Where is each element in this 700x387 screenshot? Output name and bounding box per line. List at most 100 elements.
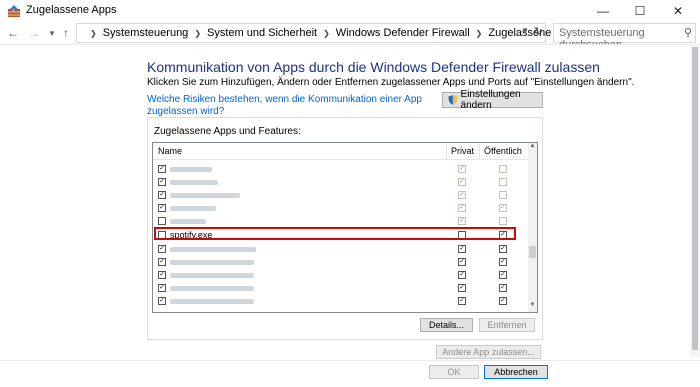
firewall-app-icon [8, 5, 20, 17]
footer-divider [0, 360, 700, 361]
public-checkbox[interactable]: ✓ [499, 204, 507, 212]
window-title: Zugelassene Apps [26, 4, 117, 16]
public-checkbox[interactable] [499, 165, 507, 173]
private-checkbox[interactable]: ✓ [458, 204, 466, 212]
app-checkbox[interactable]: ✓ [158, 271, 166, 279]
apps-list[interactable]: Name Privat Öffentlich ✓ ✓ ✓ ✓ ✓ ✓ ✓ ✓ ✓… [152, 142, 538, 313]
search-input[interactable]: Systemsteuerung durchsuchen ⚲ [553, 23, 696, 51]
list-item[interactable]: ✓ ✓ ✓ [153, 202, 528, 215]
blurred-app-name [170, 273, 254, 278]
list-item[interactable]: ✓ ✓ [153, 163, 528, 176]
allowed-apps-group: Zugelassene Apps und Features: Name Priv… [147, 117, 543, 340]
up-arrow-icon[interactable]: ↑ [58, 24, 74, 42]
close-button[interactable]: ✕ [661, 0, 695, 22]
cancel-button[interactable]: Abbrechen [484, 365, 548, 379]
app-checkbox[interactable]: ✓ [158, 245, 166, 253]
blurred-app-name [170, 299, 254, 304]
ok-button[interactable]: OK [429, 365, 479, 379]
group-label: Zugelassene Apps und Features: [154, 126, 301, 137]
maximize-button[interactable]: ☐ [623, 0, 657, 22]
public-checkbox[interactable] [499, 178, 507, 186]
address-dropdown-icon[interactable]: ▼ [521, 26, 529, 35]
breadcrumb-chevron-icon[interactable]: ❯ [323, 29, 330, 38]
column-divider [446, 144, 447, 159]
column-public[interactable]: Öffentlich [484, 146, 522, 156]
blurred-app-name [170, 286, 254, 291]
list-item[interactable]: ✓ ✓ ✓ [153, 282, 528, 295]
refresh-icon[interactable]: ↻ [534, 25, 543, 38]
private-checkbox[interactable]: ✓ [458, 178, 466, 186]
public-checkbox[interactable]: ✓ [499, 271, 507, 279]
allow-other-app-button[interactable]: Andere App zulassen... [436, 345, 541, 359]
scroll-thumb[interactable] [529, 246, 536, 258]
change-settings-label: Einstellungen ändern [460, 89, 521, 111]
highlight-frame [154, 227, 516, 240]
uac-shield-icon [448, 95, 458, 105]
public-checkbox[interactable]: ✓ [499, 258, 507, 266]
blurred-app-name [170, 193, 240, 198]
breadcrumb-chevron-icon: ❯ [90, 28, 97, 38]
search-icon: ⚲ [683, 27, 692, 39]
scroll-up-icon[interactable]: ▲ [528, 143, 537, 153]
breadcrumb-chevron-icon[interactable]: ❯ [476, 29, 483, 38]
minimize-button[interactable]: — [586, 0, 620, 22]
scroll-down-icon[interactable]: ▼ [528, 302, 537, 312]
window: Zugelassene Apps — ☐ ✕ ← → ▼ ↑ ❯ Systems… [0, 0, 700, 387]
list-item[interactable]: ✓ ✓ ✓ [153, 243, 528, 256]
page-description: Klicken Sie zum Hinzufügen, Ändern oder … [147, 77, 635, 88]
list-item[interactable]: ✓ ✓ [153, 176, 528, 189]
list-item[interactable]: ✓ ✓ ✓ [153, 269, 528, 282]
breadcrumb-item[interactable]: System und Sicherheit [207, 27, 317, 39]
app-checkbox[interactable]: ✓ [158, 297, 166, 305]
app-checkbox[interactable]: ✓ [158, 191, 166, 199]
app-checkbox[interactable]: ✓ [158, 284, 166, 292]
app-checkbox[interactable]: ✓ [158, 204, 166, 212]
private-checkbox[interactable]: ✓ [458, 297, 466, 305]
forward-arrow-icon[interactable]: → [26, 24, 42, 42]
app-checkbox[interactable]: ✓ [158, 165, 166, 173]
breadcrumb-item[interactable]: Systemsteuerung [103, 27, 189, 39]
blurred-app-name [170, 219, 206, 224]
public-checkbox[interactable]: ✓ [499, 245, 507, 253]
address-bar[interactable]: ❯ Systemsteuerung ❯ System und Sicherhei… [76, 23, 579, 43]
column-divider [479, 144, 480, 159]
risk-info-link[interactable]: Welche Risiken bestehen, wenn die Kommun… [147, 94, 437, 118]
private-checkbox[interactable]: ✓ [458, 165, 466, 173]
public-checkbox[interactable]: ✓ [499, 284, 507, 292]
list-item[interactable]: ✓ [153, 215, 528, 228]
details-button[interactable]: Details... [420, 318, 473, 332]
list-header: Name Privat Öffentlich [153, 143, 528, 160]
app-checkbox[interactable]: ✓ [158, 178, 166, 186]
remove-button[interactable]: Entfernen [479, 318, 535, 332]
breadcrumb-item[interactable]: Windows Defender Firewall [336, 27, 470, 39]
public-checkbox[interactable] [499, 217, 507, 225]
private-checkbox[interactable]: ✓ [458, 217, 466, 225]
private-checkbox[interactable]: ✓ [458, 245, 466, 253]
public-checkbox[interactable] [499, 191, 507, 199]
private-checkbox[interactable]: ✓ [458, 191, 466, 199]
private-checkbox[interactable]: ✓ [458, 258, 466, 266]
window-scroll-thumb[interactable] [692, 47, 698, 350]
column-private[interactable]: Privat [451, 146, 474, 156]
content-area: Kommunikation von Apps durch die Windows… [0, 44, 700, 387]
list-item[interactable]: ✓ ✓ [153, 189, 528, 202]
blurred-app-name [170, 260, 254, 265]
blurred-app-name [170, 206, 216, 211]
blurred-app-name [170, 180, 218, 185]
breadcrumb-chevron-icon[interactable]: ❯ [194, 29, 201, 38]
window-scrollbar[interactable] [690, 45, 700, 357]
change-settings-button[interactable]: Einstellungen ändern [442, 89, 543, 111]
list-item[interactable]: ✓ ✓ ✓ [153, 256, 528, 269]
title-bar: Zugelassene Apps — ☐ ✕ [0, 0, 700, 22]
private-checkbox[interactable]: ✓ [458, 271, 466, 279]
list-scrollbar[interactable]: ▲ ▼ [528, 143, 537, 312]
private-checkbox[interactable]: ✓ [458, 284, 466, 292]
app-checkbox[interactable]: ✓ [158, 258, 166, 266]
back-arrow-icon[interactable]: ← [5, 24, 21, 42]
blurred-app-name [170, 247, 256, 252]
list-item[interactable]: ✓ ✓ ✓ [153, 295, 528, 308]
public-checkbox[interactable]: ✓ [499, 297, 507, 305]
app-checkbox[interactable] [158, 217, 166, 225]
column-name[interactable]: Name [158, 146, 182, 156]
page-title: Kommunikation von Apps durch die Windows… [147, 59, 600, 75]
